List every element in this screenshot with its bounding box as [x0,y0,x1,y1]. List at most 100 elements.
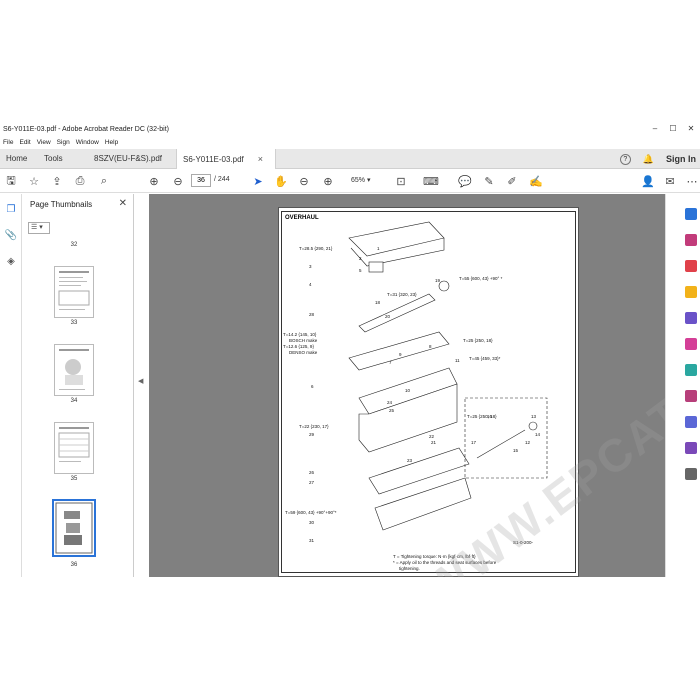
menu-edit[interactable]: Edit [19,139,30,146]
menu-file[interactable]: File [3,139,13,146]
select-cursor-icon[interactable]: ➤ [250,173,266,189]
thumb-page-36[interactable] [52,499,96,557]
notification-bell-icon[interactable]: 🔔 [643,154,654,165]
zoom-out-icon[interactable]: ⊖ [296,173,312,189]
callout-10: T=59 {600, 43} +90°+90°* [285,510,337,515]
close-pane-icon[interactable]: ✕ [119,198,127,209]
thumb-page-35[interactable] [54,422,94,474]
rocker-shaft [348,331,450,371]
thumb-label-34: 34 [70,398,78,404]
part-number-5: 5 [359,268,362,273]
callout-5: T=12.6 {125, 9} [283,344,314,349]
part-number-12: 12 [525,440,531,445]
rocker-cover [348,221,445,257]
fill-sign-icon[interactable]: ✍ [528,173,544,189]
callout-0: T=28.5 {290, 21} [299,246,333,251]
menu-view[interactable]: View [37,139,51,146]
thumb-label-32: 32 [70,242,78,248]
bookmark-star-icon[interactable]: ☆ [26,173,42,189]
title-bar: S6-Y011E-03.pdf - Adobe Acrobat Reader D… [0,122,700,136]
fit-page-icon[interactable]: ⊡ [393,173,409,189]
email-icon[interactable]: ✉ [662,173,678,189]
tab-doc2-label: S6-Y011E-03.pdf [183,155,244,164]
keyboard-icon[interactable]: ⌨ [423,173,439,189]
tab-doc2[interactable]: S6-Y011E-03.pdf × [176,149,276,169]
previous-page-icon[interactable]: ⊕ [146,173,162,189]
close-button[interactable]: ✕ [682,122,700,136]
part-number-10: 10 [405,388,411,393]
protect-icon[interactable] [685,390,697,402]
part-number-26: 26 [309,470,315,475]
tab-tools[interactable]: Tools [38,149,69,169]
menu-window[interactable]: Window [76,139,99,146]
right-tools-rail: ▶ [665,194,700,577]
sign-in-link[interactable]: Sign In [666,154,696,164]
tab-doc1[interactable]: 8SZV(EU-F&S).pdf [88,149,176,169]
part-number-3: 3 [309,264,312,269]
close-tab-icon[interactable]: × [258,154,263,164]
thumbnails-icon[interactable]: ❐ [4,204,18,218]
page-number-input[interactable]: 36 [191,174,211,187]
tab-home[interactable]: Home [0,149,33,169]
zoom-level[interactable]: 65% ▾ [351,176,370,184]
callout-9: T=22 {230, 17} [299,424,329,429]
edit-pdf-icon[interactable] [685,260,697,272]
camshaft-gear [438,280,450,292]
part-number-23: 23 [407,458,413,463]
share-user-icon[interactable]: 👤 [640,173,656,189]
print-icon[interactable]: ⎙ [72,173,88,189]
save-icon[interactable]: 🖫 [3,173,19,189]
menu-sign[interactable]: Sign [57,139,70,146]
upload-cloud-icon[interactable]: ⇪ [49,173,65,189]
thumbnail-options-dropdown[interactable]: ☰ ▾ [28,222,50,234]
more-tools-icon[interactable] [685,468,697,480]
tab-bar: Home Tools 8SZV(EU-F&S).pdf S6-Y011E-03.… [0,149,700,169]
thumb-label-36: 36 [70,562,78,568]
callout-8: T=45 {459, 33}* [469,356,501,361]
maximize-button[interactable]: ☐ [664,122,682,136]
attachment-icon[interactable]: 📎 [4,230,18,244]
acrobat-window: S6-Y011E-03.pdf - Adobe Acrobat Reader D… [0,122,700,577]
callout-3: T=14.2 {145, 10} [283,332,317,337]
document-viewport[interactable]: OVERHAUL T=28.5 {290, 21} T=31 {320, 23}… [149,194,700,577]
menu-bar: File Edit View Sign Window Help [0,136,700,148]
part-number-18: 18 [375,300,381,305]
combine-files-icon[interactable] [685,312,697,324]
page-total: / 244 [214,176,230,183]
draw-icon[interactable]: ✐ [504,173,520,189]
part-number-21: 21 [431,440,437,445]
zoom-value: 65% [351,177,366,184]
collapse-left-icon[interactable]: ◀ [138,377,143,385]
part-number-24: 24 [387,400,393,405]
thumb-page-34[interactable] [54,344,94,396]
layers-icon[interactable]: ◈ [4,256,18,270]
zoom-in-icon[interactable]: ⊕ [320,173,336,189]
search-icon[interactable]: ⌕ [96,173,112,189]
create-pdf-icon[interactable] [685,234,697,246]
scan-ocr-icon[interactable] [685,364,697,376]
thumb-page-33[interactable] [54,266,94,318]
thumb-33-preview [58,271,90,310]
export-pdf-icon[interactable] [685,208,697,220]
organize-pages-icon[interactable] [685,338,697,350]
comment-icon[interactable]: 💬 [457,173,473,189]
more-icon[interactable]: ⋯ [684,173,700,189]
left-rail: ❐ 📎 ◈ [0,194,22,577]
fill-sign-tool-icon[interactable] [685,442,697,454]
pane-splitter[interactable] [135,194,149,577]
minimize-button[interactable]: – [646,122,664,136]
next-page-icon[interactable]: ⊖ [170,173,186,189]
part-number-11: 11 [455,358,460,363]
highlight-pen-icon[interactable]: ✎ [481,173,497,189]
hand-tool-icon[interactable]: ✋ [273,173,289,189]
part-number-31: 31 [309,538,315,543]
comment-tool-icon[interactable] [685,286,697,298]
help-icon[interactable]: ? [619,153,631,165]
menu-help[interactable]: Help [105,139,118,146]
window-controls: – ☐ ✕ [646,122,700,136]
part-number-22: 22 [429,434,435,439]
part-number-13: 13 [531,414,537,419]
part-number-30: 30 [309,520,315,525]
request-signature-icon[interactable] [685,416,697,428]
part-number-19: 19 [435,278,441,283]
